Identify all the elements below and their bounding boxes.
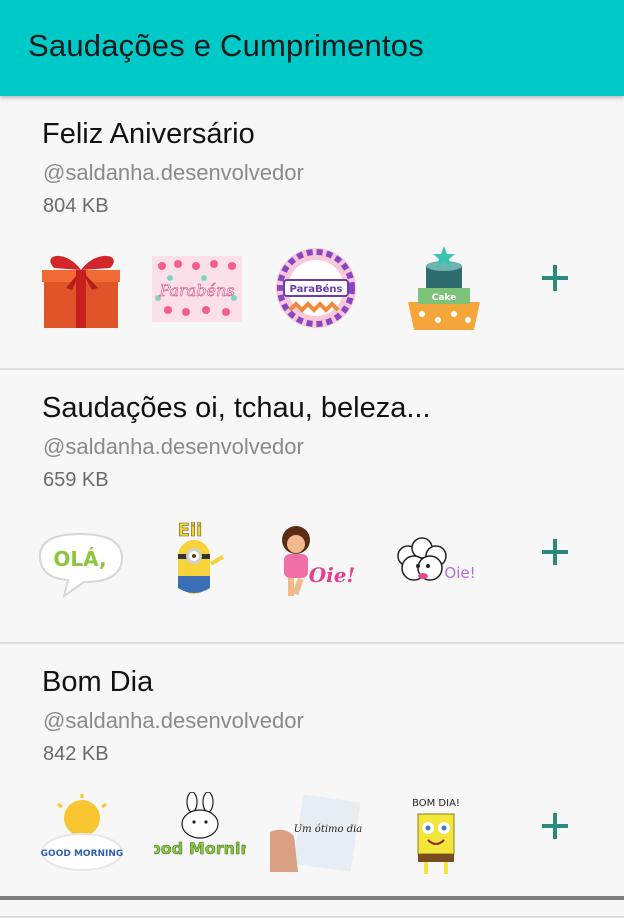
pack-size: 659 KB xyxy=(43,469,109,491)
sticker-pack-row[interactable]: Feliz Aniversário @saldanha.desenvolvedo… xyxy=(0,96,624,370)
ola-bubble-sticker: OLÁ, xyxy=(34,518,126,606)
pack-name: Saudações oi, tchau, beleza... xyxy=(42,392,431,424)
sticker-text: OLÁ, xyxy=(53,547,106,571)
hand-card-sticker: Um ótimo dia xyxy=(270,792,362,880)
app-bar-title: Saudações e Cumprimentos xyxy=(28,28,424,63)
sponge-bom-dia-sticker: BOM DIA! xyxy=(390,792,482,880)
pack-author: @saldanha.desenvolvedor xyxy=(43,434,304,459)
girl-oie-sticker: Oie! xyxy=(266,518,358,606)
app-bar: Saudações e Cumprimentos xyxy=(0,0,624,96)
add-pack-button[interactable] xyxy=(530,253,580,303)
plus-icon xyxy=(542,265,568,291)
plus-icon xyxy=(542,539,568,565)
sheep-oie-sticker: Oie! xyxy=(386,518,478,606)
bottom-edge xyxy=(0,896,624,900)
pack-author: @saldanha.desenvolvedor xyxy=(43,708,304,733)
plus-icon xyxy=(542,813,568,839)
sticker-text: GOOD MORNING xyxy=(41,849,124,859)
pack-size: 842 KB xyxy=(43,743,109,765)
sticker-pack-row[interactable]: Bom Dia @saldanha.desenvolvedor 842 KB G… xyxy=(0,644,624,918)
pack-name: Bom Dia xyxy=(42,666,154,698)
add-pack-button[interactable] xyxy=(530,527,580,577)
bunny-good-morning-sticker: Good Morning xyxy=(154,792,246,880)
sun-good-morning-sticker: GOOD MORNING xyxy=(36,792,128,880)
sticker-text: Cake xyxy=(432,293,457,303)
pack-size: 804 KB xyxy=(43,195,109,217)
sticker-text: Um ótimo dia xyxy=(294,824,362,835)
sticker-pack-row[interactable]: Saudações oi, tchau, beleza... @saldanha… xyxy=(0,370,624,644)
hearts-card-sticker: Parabéns xyxy=(150,244,242,332)
pack-author: @saldanha.desenvolvedor xyxy=(43,160,304,185)
minion-sticker: Eii xyxy=(156,518,248,606)
sticker-text: ParaBéns xyxy=(290,283,343,295)
cake-sticker: Cake xyxy=(398,244,490,332)
sticker-text: Eii xyxy=(178,520,203,541)
svg-text:Parabéns: Parabéns xyxy=(159,281,235,300)
sticker-text: Oie! xyxy=(444,564,475,582)
parabens-balloon-sticker: ParaBéns xyxy=(270,244,362,332)
add-pack-button[interactable] xyxy=(530,801,580,851)
sticker-text: Good Morning xyxy=(154,839,246,858)
sticker-text: Oie! xyxy=(309,563,356,587)
gift-sticker xyxy=(36,244,128,332)
pack-name: Feliz Aniversário xyxy=(42,118,255,150)
sticker-text: BOM DIA! xyxy=(412,798,460,809)
